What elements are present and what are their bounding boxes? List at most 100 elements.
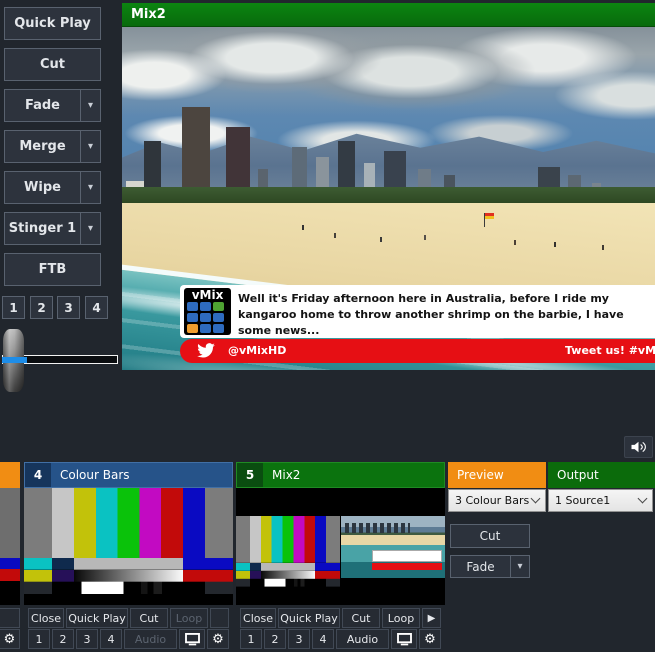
blank-button[interactable] <box>210 608 229 628</box>
cut-button[interactable]: Cut <box>342 608 380 628</box>
input-4-controls-row2: 1 2 3 4 Audio ⚙ <box>24 629 233 649</box>
gear-icon: ⚙ <box>424 633 436 646</box>
output-header: Output <box>548 462 655 488</box>
twitter-ticker-bar: @vMixHD Tweet us! #vMixHD <box>180 339 655 363</box>
fade-label: Fade <box>451 560 510 574</box>
cut-button[interactable]: Cut <box>4 48 101 81</box>
overlay-3-button[interactable]: 3 <box>288 629 310 649</box>
quick-play-button[interactable]: Quick Play <box>4 7 101 40</box>
photo-skyline <box>122 27 655 203</box>
chevron-down-icon[interactable]: ▾ <box>80 213 100 244</box>
chevron-down-icon[interactable]: ▾ <box>80 90 100 121</box>
program-monitor[interactable]: vMix Well it's Friday afternoon here in … <box>122 27 655 370</box>
monitor-icon <box>185 633 200 646</box>
input-4-thumbnail[interactable] <box>24 488 233 605</box>
output-source-value: 1 Source1 <box>555 494 639 507</box>
overlay-3-button[interactable]: 3 <box>76 629 98 649</box>
close-button[interactable]: Close <box>28 608 64 628</box>
twitter-handle: @vMixHD <box>228 344 286 357</box>
input-4-number: 4 <box>25 463 51 487</box>
monitor-icon <box>397 633 412 646</box>
logo-tile <box>187 313 198 322</box>
play-button[interactable]: ▶ <box>422 608 441 628</box>
vmix-logo-grid <box>184 302 231 333</box>
mixer-fade-button[interactable]: Fade ▾ <box>450 555 530 578</box>
input-3-button-partial[interactable] <box>0 608 20 628</box>
input-4-header[interactable]: 4 Colour Bars <box>24 462 233 488</box>
overlay-2-button[interactable]: 2 <box>264 629 286 649</box>
input-3-thumbnail-partial <box>0 569 20 581</box>
quick-play-button[interactable]: Quick Play <box>278 608 340 628</box>
chevron-down-icon[interactable]: ▾ <box>80 172 100 203</box>
overlay-1-button[interactable]: 1 <box>2 296 25 319</box>
vmix-window: Quick Play Cut Fade ▾ Merge ▾ Wipe ▾ Sti… <box>0 0 655 652</box>
input-5-header[interactable]: 5 Mix2 <box>236 462 445 488</box>
program-title: Mix2 <box>131 7 166 22</box>
social-overlay-box: vMix Well it's Friday afternoon here in … <box>180 285 655 338</box>
input-3-header-partial[interactable] <box>0 462 20 488</box>
input-5-controls-row2: 1 2 3 4 Audio ⚙ <box>236 629 445 649</box>
speaker-icon <box>630 440 647 454</box>
wipe-button[interactable]: Wipe ▾ <box>4 171 101 204</box>
merge-label: Merge <box>5 139 80 154</box>
quick-play-button[interactable]: Quick Play <box>66 608 128 628</box>
beach-flag <box>485 213 494 219</box>
colour-bars-pattern <box>24 488 233 605</box>
gear-icon: ⚙ <box>212 633 224 646</box>
input-settings-button[interactable]: ⚙ <box>207 629 229 649</box>
audio-button[interactable]: Audio <box>124 629 177 649</box>
chevron-down-icon[interactable]: ▾ <box>80 131 100 162</box>
logo-tile <box>213 313 224 322</box>
master-audio-button[interactable] <box>624 436 653 458</box>
preview-source-select[interactable]: 3 Colour Bars <box>448 489 546 512</box>
loop-button[interactable]: Loop <box>170 608 208 628</box>
preview-header: Preview <box>448 462 546 488</box>
overlay-3-button[interactable]: 3 <box>57 296 80 319</box>
input-3-thumbnail-partial <box>0 558 20 569</box>
chevron-down-icon <box>638 494 648 504</box>
audio-button[interactable]: Audio <box>336 629 389 649</box>
overlay-2-button[interactable]: 2 <box>52 629 74 649</box>
overlay-1-button[interactable]: 1 <box>240 629 262 649</box>
fullscreen-button[interactable] <box>179 629 205 649</box>
input-5-number: 5 <box>237 463 263 487</box>
overlay-1-button[interactable]: 1 <box>28 629 50 649</box>
mix-preview-mini <box>341 516 445 578</box>
input-4-title: Colour Bars <box>51 463 232 487</box>
overlay-4-button[interactable]: 4 <box>100 629 122 649</box>
input-3-thumbnail-partial[interactable] <box>0 488 20 558</box>
fade-label: Fade <box>5 98 80 113</box>
output-source-select[interactable]: 1 Source1 <box>548 489 653 512</box>
merge-button[interactable]: Merge ▾ <box>4 130 101 163</box>
stinger-button[interactable]: Stinger 1 ▾ <box>4 212 101 245</box>
loop-button[interactable]: Loop <box>382 608 420 628</box>
transition-bar-progress <box>2 357 27 363</box>
overlay-4-button[interactable]: 4 <box>312 629 334 649</box>
close-button[interactable]: Close <box>240 608 276 628</box>
input-3-settings-button[interactable]: ⚙ <box>0 629 20 649</box>
play-icon: ▶ <box>428 613 436 624</box>
input-4-controls-row1: Close Quick Play Cut Loop <box>24 608 233 628</box>
stinger-label: Stinger 1 <box>5 221 80 236</box>
input-settings-button[interactable]: ⚙ <box>419 629 441 649</box>
fullscreen-button[interactable] <box>391 629 417 649</box>
logo-tile <box>187 302 198 311</box>
logo-tile <box>200 324 211 333</box>
input-5-thumbnail[interactable] <box>236 488 445 605</box>
program-title-bar: Mix2 <box>122 3 655 27</box>
chevron-down-icon[interactable]: ▾ <box>510 556 529 577</box>
preview-source-value: 3 Colour Bars <box>455 494 532 507</box>
social-message: Well it's Friday afternoon here in Austr… <box>238 291 649 339</box>
vmix-logo-text: vMix <box>184 288 231 302</box>
colour-bars-mini <box>236 516 340 594</box>
fade-button[interactable]: Fade ▾ <box>4 89 101 122</box>
overlay-2-button[interactable]: 2 <box>30 296 53 319</box>
input-5-controls-row1: Close Quick Play Cut Loop ▶ <box>236 608 445 628</box>
cut-button[interactable]: Cut <box>130 608 168 628</box>
mini-ticker-bar <box>372 563 442 570</box>
overlay-4-button[interactable]: 4 <box>85 296 108 319</box>
logo-tile <box>187 324 198 333</box>
ftb-button[interactable]: FTB <box>4 253 101 286</box>
logo-tile <box>213 324 224 333</box>
mixer-cut-button[interactable]: Cut <box>450 524 530 548</box>
